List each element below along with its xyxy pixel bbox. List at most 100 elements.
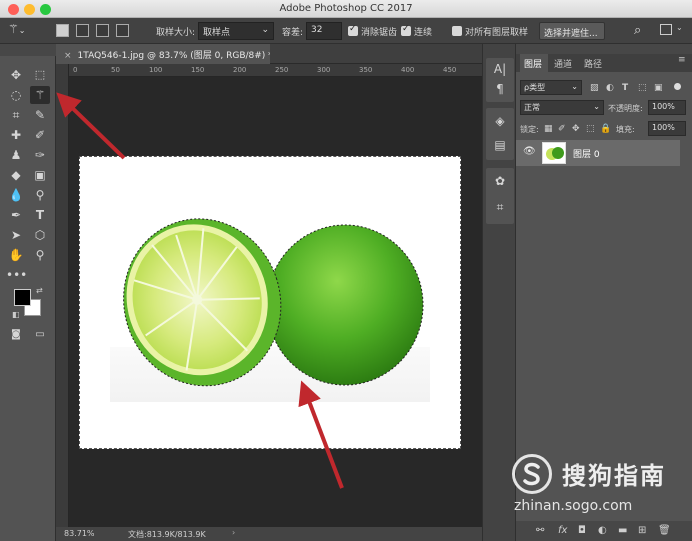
subtract-selection-mode-button[interactable] (96, 24, 109, 37)
canvas-area[interactable] (69, 77, 482, 527)
blend-mode-select[interactable]: 正常 ⌄ (520, 100, 604, 115)
path-select-tool-icon[interactable]: ➤ (6, 226, 26, 244)
new-selection-mode-button[interactable] (56, 24, 69, 37)
filter-adjustment-icon[interactable]: ◐ (606, 83, 614, 93)
panel-dock: A| ¶ ◈ ▤ ✿ ⌗ (482, 44, 516, 541)
filter-smart-object-icon[interactable]: ▣ (654, 83, 663, 93)
chevron-down-icon: ⌄ (593, 102, 600, 111)
crop-icon[interactable]: ⌗ (486, 200, 514, 215)
chevron-right-icon[interactable]: › (232, 528, 235, 537)
lock-transparent-icon[interactable]: ▦ (544, 124, 553, 134)
watermark: 搜狗指南 zhinan.sogo.com (512, 452, 690, 522)
pen-tool-icon[interactable]: ✒ (6, 206, 26, 224)
chevron-down-icon: ⌄ (18, 26, 26, 35)
document-canvas[interactable] (79, 156, 461, 449)
healing-tool-icon[interactable]: ✚ (6, 126, 26, 144)
fill-input[interactable]: 100% (648, 121, 686, 136)
move-tool-icon[interactable]: ✥ (6, 66, 26, 84)
contiguous-checkbox[interactable] (401, 24, 411, 36)
type-tool-icon[interactable]: T (30, 206, 50, 224)
filter-type-icon[interactable]: T (622, 83, 628, 93)
stamp-tool-icon[interactable]: ♟ (6, 146, 26, 164)
workspace-icon[interactable] (660, 24, 672, 35)
vertical-ruler (56, 64, 69, 527)
chevron-down-icon[interactable]: ⌄ (676, 23, 683, 41)
intersect-selection-mode-button[interactable] (116, 24, 129, 37)
layer-thumbnail (542, 142, 566, 164)
quick-mask-icon[interactable]: ◙ (6, 326, 26, 344)
fill-label: 填充: (616, 125, 635, 134)
shape-tool-icon[interactable]: ⬡ (30, 226, 50, 244)
sample-all-layers-label: 对所有图层取样 (465, 28, 529, 38)
lock-artboard-icon[interactable]: ⬚ (586, 124, 595, 134)
eye-icon[interactable]: 👁 (523, 146, 536, 157)
tab-channels[interactable]: 通道 (554, 57, 572, 70)
marquee-tool-icon[interactable]: ⬚ (30, 66, 50, 84)
filter-kind-select[interactable]: ρ类型 ⌄ (520, 80, 582, 95)
search-icon[interactable]: ⌕ (634, 23, 641, 41)
close-tab-icon[interactable]: × (64, 51, 72, 61)
brush-tool-icon[interactable]: ✐ (30, 126, 50, 144)
anti-alias-checkbox[interactable] (348, 24, 358, 36)
magic-wand-tool-icon[interactable]: ⚚ (30, 86, 50, 104)
swatches-icon[interactable]: ✿ (486, 174, 514, 188)
tolerance-input[interactable]: 32 (306, 22, 342, 40)
layers-dock-group: ◈ ▤ (486, 108, 514, 160)
options-bar: ⚚⌄ 取样大小: 取样点 ⌄ 容差: 32 消除锯齿 连续 对所有图层取样 选择… (0, 18, 692, 44)
filter-shape-icon[interactable]: ⬚ (638, 83, 647, 93)
filter-pixel-icon[interactable]: ▨ (590, 83, 599, 93)
select-and-mask-button[interactable]: 选择并遮住... (539, 22, 605, 40)
filter-toggle-icon[interactable] (674, 83, 681, 90)
history-brush-tool-icon[interactable]: ✑ (30, 146, 50, 164)
magic-wand-icon: ⚚ (8, 22, 19, 36)
hand-tool-icon[interactable]: ✋ (6, 246, 26, 264)
opacity-input[interactable]: 100% (648, 100, 686, 115)
chevron-down-icon: ⌄ (261, 25, 269, 35)
eyedropper-tool-icon[interactable]: ✎ (30, 106, 50, 124)
sample-all-layers-checkbox[interactable] (452, 26, 462, 36)
document-tab[interactable]: × 1TAQ546-1.jpg @ 83.7% (图层 0, RGB/8#) * (56, 44, 270, 64)
lock-image-icon[interactable]: ✐ (558, 124, 566, 134)
zoom-level[interactable]: 83.71% (64, 529, 95, 538)
dodge-tool-icon[interactable]: ⚲ (30, 186, 50, 204)
foreground-color-swatch[interactable] (14, 289, 31, 306)
layer-row[interactable]: 👁 图层 0 (516, 140, 680, 166)
ruler-tick: 300 (317, 66, 331, 74)
layers-stack-icon[interactable]: ◈ (486, 114, 514, 128)
link-layers-icon[interactable]: ⚯ (536, 525, 544, 536)
blur-tool-icon[interactable]: 💧 (6, 186, 26, 204)
default-colors-icon[interactable]: ◧ (12, 310, 20, 319)
filter-kind-value: ρ类型 (524, 83, 546, 92)
anti-alias-label: 消除锯齿 (361, 28, 398, 38)
tab-layers[interactable]: 图层 (524, 57, 542, 70)
eraser-tool-icon[interactable]: ◆ (6, 166, 26, 184)
layer-style-icon[interactable]: fx (558, 525, 567, 536)
tab-paths[interactable]: 路径 (584, 57, 602, 70)
whole-lime (266, 224, 424, 386)
add-selection-mode-button[interactable] (76, 24, 89, 37)
more-tools-icon[interactable]: ••• (6, 266, 27, 284)
new-group-icon[interactable]: ▬ (618, 525, 627, 536)
adjustment-layer-icon[interactable]: ◐ (598, 525, 607, 536)
layers-panel-header (516, 44, 692, 54)
panel-menu-icon[interactable]: ≡ (678, 55, 686, 65)
document-size: 文档:813.9K/813.9K (128, 530, 206, 539)
tool-preset-picker[interactable]: ⚚⌄ (8, 22, 36, 40)
crop-tool-icon[interactable]: ⌗ (6, 106, 26, 124)
swap-colors-icon[interactable]: ⇄ (36, 286, 43, 295)
zoom-tool-icon[interactable]: ⚲ (30, 246, 50, 264)
screen-mode-icon[interactable]: ▭ (30, 326, 50, 344)
tolerance-label: 容差: (282, 28, 304, 38)
gradient-tool-icon[interactable]: ▣ (30, 166, 50, 184)
lock-position-icon[interactable]: ✥ (572, 124, 580, 134)
add-mask-icon[interactable]: ◘ (578, 525, 586, 536)
lasso-tool-icon[interactable]: ◌ (6, 86, 26, 104)
sample-size-select[interactable]: 取样点 ⌄ (198, 22, 274, 40)
lock-all-icon[interactable]: 🔒 (600, 124, 611, 134)
libraries-icon[interactable]: ▤ (486, 138, 514, 152)
trash-icon[interactable]: 🗑 (658, 525, 671, 536)
new-layer-icon[interactable]: ⊞ (638, 525, 646, 536)
character-icon[interactable]: A| (486, 62, 514, 76)
half-lime (123, 218, 282, 387)
paragraph-icon[interactable]: ¶ (486, 82, 514, 96)
